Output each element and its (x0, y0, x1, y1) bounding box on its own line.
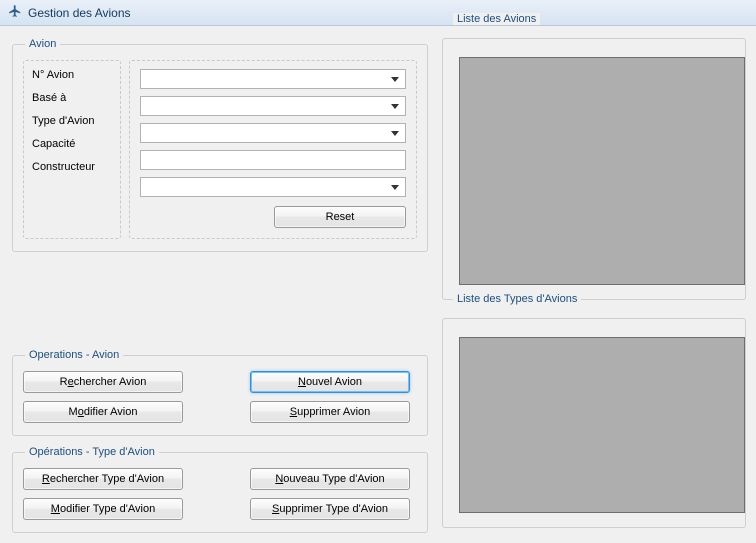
operations-avion-group: Operations - Avion Rechercher Avion Nouv… (12, 349, 428, 436)
reset-button[interactable]: Reset (274, 206, 406, 228)
nouvel-avion-button[interactable]: Nouvel Avion (250, 371, 410, 393)
operations-type-group: Opérations - Type d'Avion Rechercher Typ… (12, 446, 428, 533)
supprimer-avion-button[interactable]: Supprimer Avion (250, 401, 410, 423)
capacite-field[interactable] (140, 150, 406, 170)
content: Avion N° Avion Basé à Type d'Avion Capac… (0, 26, 756, 543)
modifier-type-button[interactable]: Modifier Type d'Avion (23, 498, 183, 520)
rechercher-avion-button[interactable]: Rechercher Avion (23, 371, 183, 393)
liste-types-panel: Liste des Types d'Avions (442, 318, 746, 528)
window: Gestion des Avions Avion N° Avion Basé à… (0, 0, 756, 543)
label-num-avion: N° Avion (32, 69, 112, 81)
operations-avion-legend: Operations - Avion (25, 349, 123, 361)
avion-inputs: Reset (129, 60, 417, 239)
label-capacite: Capacité (32, 138, 112, 150)
right-column: Liste des Avions Liste des Types d'Avion… (442, 38, 746, 533)
type-avion-combo[interactable] (140, 123, 406, 143)
label-type: Type d'Avion (32, 115, 112, 127)
supprimer-type-button[interactable]: Supprimer Type d'Avion (250, 498, 410, 520)
liste-avions-panel: Liste des Avions (442, 38, 746, 300)
avion-group: Avion N° Avion Basé à Type d'Avion Capac… (12, 38, 428, 252)
page-title: Gestion des Avions (28, 6, 131, 20)
base-combo[interactable] (140, 96, 406, 116)
liste-avions-title: Liste des Avions (453, 13, 540, 25)
operations-type-legend: Opérations - Type d'Avion (25, 446, 159, 458)
airplane-icon (8, 4, 22, 21)
rechercher-type-button[interactable]: Rechercher Type d'Avion (23, 468, 183, 490)
label-constructeur: Constructeur (32, 161, 112, 173)
modifier-avion-button[interactable]: Modifier Avion (23, 401, 183, 423)
titlebar: Gestion des Avions (0, 0, 756, 26)
constructeur-combo[interactable] (140, 177, 406, 197)
liste-types-grid[interactable] (459, 337, 745, 513)
num-avion-combo[interactable] (140, 69, 406, 89)
nouveau-type-button[interactable]: Nouveau Type d'Avion (250, 468, 410, 490)
label-base: Basé à (32, 92, 112, 104)
liste-avions-grid[interactable] (459, 57, 745, 285)
left-column: Avion N° Avion Basé à Type d'Avion Capac… (12, 38, 428, 533)
liste-types-title: Liste des Types d'Avions (453, 293, 581, 305)
spacer (12, 262, 428, 339)
avion-legend: Avion (25, 38, 60, 50)
avion-labels: N° Avion Basé à Type d'Avion Capacité Co… (23, 60, 121, 239)
